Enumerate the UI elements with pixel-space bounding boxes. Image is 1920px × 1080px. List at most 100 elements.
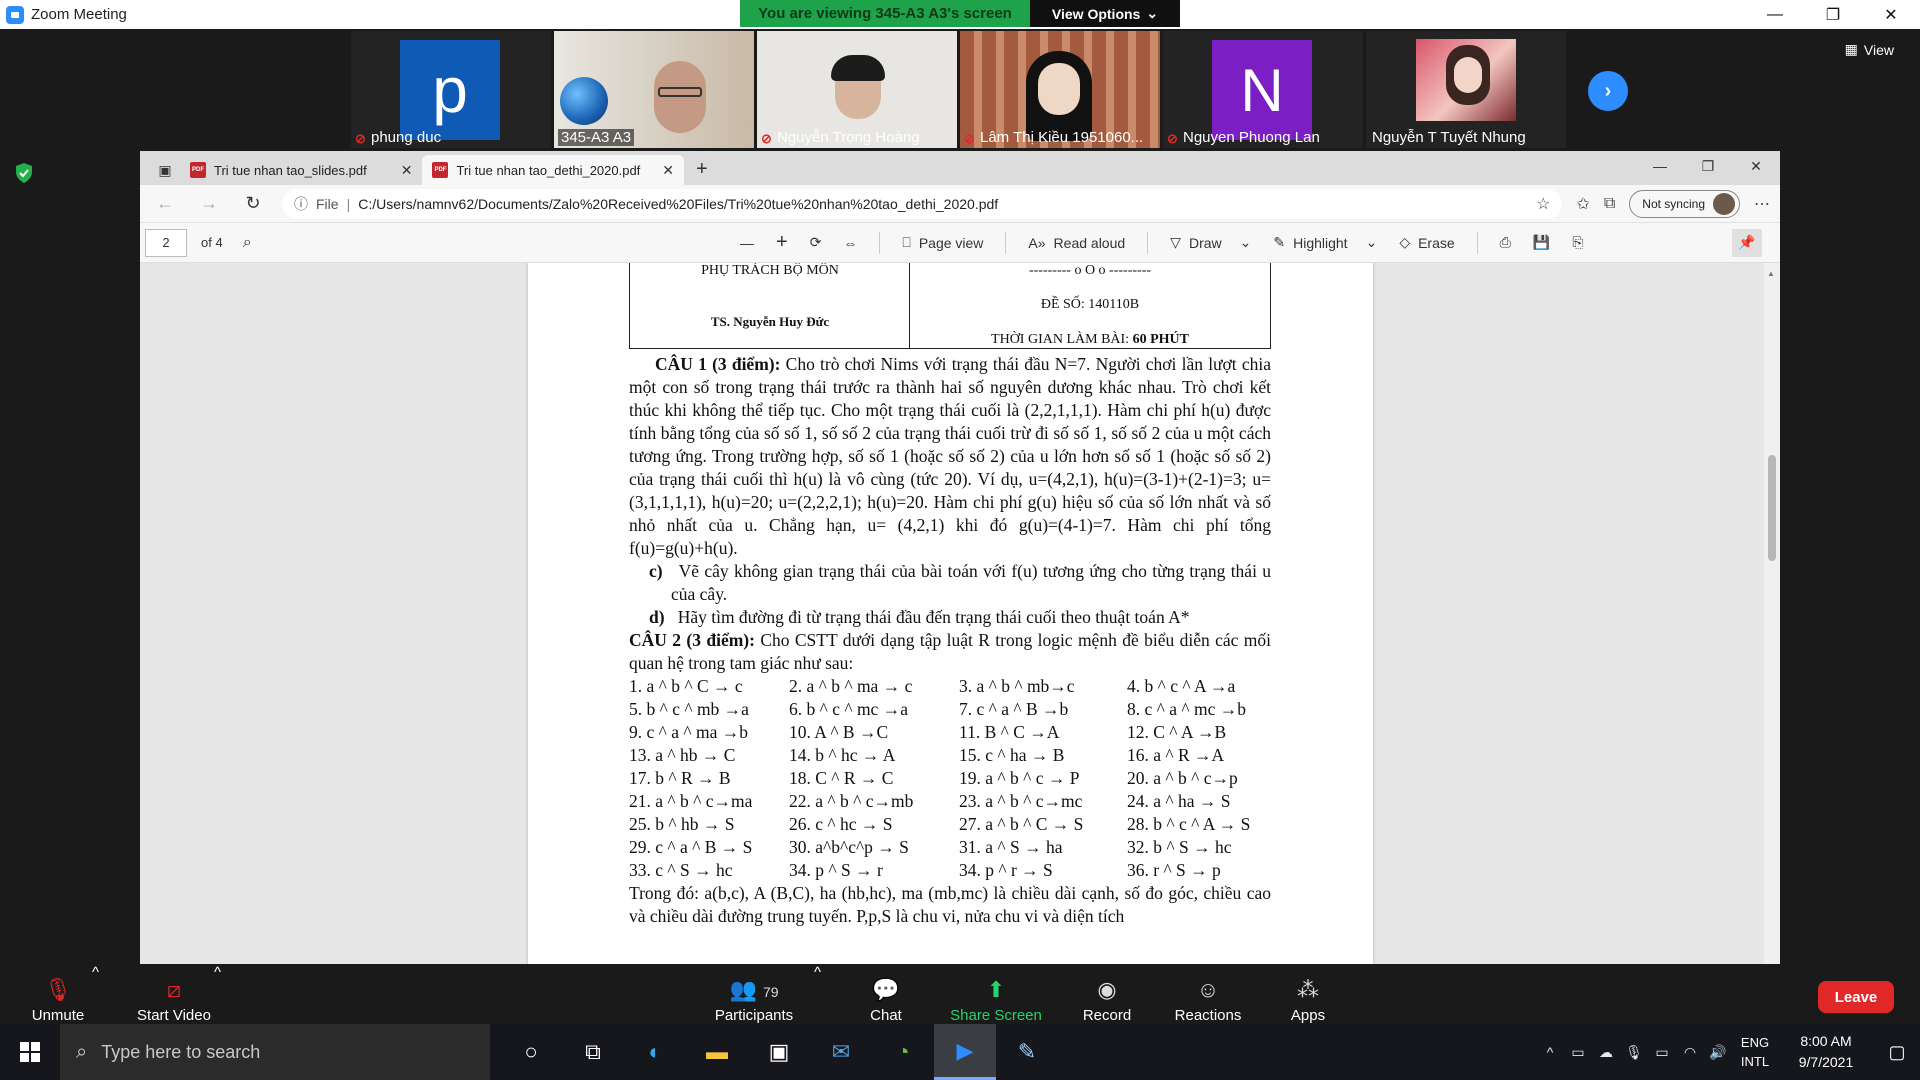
participant-tile[interactable]: p ⊘ phung duc — [351, 31, 551, 148]
profile-sync-button[interactable]: Not syncing — [1629, 189, 1740, 218]
chat-button[interactable]: 💬 Chat — [866, 964, 906, 1024]
app-green-icon[interactable]: ◔ — [872, 1024, 934, 1080]
store-icon[interactable]: ▣ — [748, 1024, 810, 1080]
favorites-icon[interactable]: ✩ — [1576, 194, 1589, 214]
zoom-in-button[interactable]: + — [776, 231, 788, 254]
read-aloud-button[interactable]: A» Read aloud — [1028, 235, 1125, 251]
microphone-icon[interactable]: 🎙 — [1620, 1044, 1648, 1061]
task-view-icon[interactable]: ⧉ — [562, 1024, 624, 1080]
page-number-input[interactable]: 2 — [145, 228, 187, 257]
meet-now-icon[interactable]: ▭ — [1564, 1044, 1592, 1061]
battery-icon[interactable]: ▭ — [1648, 1044, 1676, 1061]
volume-icon[interactable]: 🔊 — [1704, 1044, 1732, 1061]
search-icon[interactable]: ⌕ — [243, 234, 252, 252]
pdf-scrollbar[interactable]: ▲ — [1764, 263, 1780, 964]
forward-arrow-icon[interactable]: → — [194, 193, 224, 214]
zoom-app-icon[interactable]: ▶ — [934, 1024, 996, 1080]
save-icon[interactable]: 💾 — [1533, 234, 1550, 251]
erase-button[interactable]: ◇ Erase — [1399, 234, 1454, 251]
new-tab-button[interactable]: + — [684, 158, 720, 185]
browser-restore-button[interactable]: ❐ — [1684, 151, 1732, 181]
chevron-down-icon[interactable]: ⌄ — [1240, 234, 1252, 251]
rule-item: 13. a ^ hb → C — [629, 745, 736, 765]
encryption-shield-icon[interactable] — [14, 162, 34, 184]
taskbar-search[interactable]: ⌕ Type here to search — [60, 1024, 490, 1080]
browser-minimize-button[interactable]: — — [1636, 151, 1684, 181]
record-button[interactable]: ◉ Record — [1080, 964, 1134, 1024]
paint-app-icon[interactable]: ✎ — [996, 1024, 1058, 1080]
chevron-down-icon[interactable]: ⌄ — [1366, 234, 1378, 251]
video-options-caret[interactable]: ^ — [214, 964, 221, 981]
page-view-button[interactable]: ⎕ Page view — [902, 234, 983, 251]
more-menu-icon[interactable]: ⋯ — [1754, 194, 1770, 214]
rule-item: 9. c ^ a ^ ma →b — [629, 722, 748, 742]
rule-item: 32. b ^ S → hc — [1127, 837, 1232, 857]
restore-button[interactable]: ❐ — [1804, 0, 1862, 29]
tab-actions-icon[interactable]: ▣ — [150, 155, 180, 185]
scrollbar-thumb[interactable] — [1768, 455, 1776, 561]
start-button[interactable] — [0, 1024, 60, 1080]
close-button[interactable]: ✕ — [1862, 0, 1920, 29]
close-tab-icon[interactable]: ✕ — [401, 162, 413, 179]
header-ornament: --------- o O o --------- — [1028, 263, 1152, 278]
refresh-icon[interactable]: ↻ — [238, 193, 268, 214]
back-arrow-icon[interactable]: ← — [150, 193, 180, 214]
collections-icon[interactable]: ⧉ — [1604, 195, 1615, 213]
participants-options-caret[interactable]: ^ — [814, 964, 821, 981]
browser-close-button[interactable]: ✕ — [1732, 151, 1780, 181]
leave-button[interactable]: Leave — [1818, 981, 1894, 1013]
fit-page-icon[interactable]: ⇔ — [843, 235, 857, 251]
minimize-button[interactable]: — — [1746, 0, 1804, 29]
wifi-icon[interactable]: ◠ — [1676, 1044, 1704, 1061]
start-video-button[interactable]: ⧄ Start Video — [130, 964, 218, 1024]
share-screen-button[interactable]: ⬆ Share Screen — [950, 964, 1042, 1024]
tab-dethi[interactable]: PDF Tri tue nhan tao_dethi_2020.pdf ✕ — [422, 155, 685, 185]
address-bar[interactable]: ⓘ File | C:/Users/namnv62/Documents/Zalo… — [282, 188, 1563, 219]
print-icon[interactable]: ⎙ — [1500, 234, 1511, 251]
input-language[interactable]: ENG INTL — [1732, 1033, 1778, 1071]
tab-slides[interactable]: PDF Tri tue nhan tao_slides.pdf ✕ — [180, 155, 422, 185]
mail-icon[interactable]: ✉ — [810, 1024, 872, 1080]
zoom-out-button[interactable]: — — [740, 235, 754, 251]
clock[interactable]: 8:00 AM 9/7/2021 — [1778, 1031, 1874, 1073]
edge-app-icon[interactable]: ◐ — [624, 1024, 686, 1080]
participant-tile[interactable]: N ⊘ Nguyen Phuong Lan — [1163, 31, 1363, 148]
highlight-button[interactable]: ✎ Highlight ⌄ — [1273, 234, 1377, 251]
participant-hair — [831, 55, 885, 81]
participants-button[interactable]: 👥 79 Participants — [710, 964, 798, 1024]
file-explorer-icon[interactable]: ▬ — [686, 1024, 748, 1080]
rotate-icon[interactable]: ⟳ — [810, 234, 822, 251]
zoom-titlebar: Zoom Meeting You are viewing 345-A3 A3's… — [0, 0, 1920, 29]
rule-item: 33. c ^ S → hc — [629, 860, 733, 880]
save-as-icon[interactable]: ⎘ — [1572, 234, 1583, 251]
unmute-button[interactable]: 🎙 Unmute — [28, 964, 88, 1024]
apps-button[interactable]: ⁂ Apps — [1288, 964, 1328, 1024]
cortana-icon[interactable]: ○ — [500, 1024, 562, 1080]
onedrive-cloud-icon[interactable]: ☁ — [1592, 1044, 1620, 1061]
close-tab-icon[interactable]: ✕ — [662, 162, 674, 179]
muted-mic-icon: ⊘ — [1167, 130, 1178, 146]
rule-item: 1. a ^ b ^ C → c — [629, 676, 743, 696]
view-button[interactable]: ▦ View — [1845, 41, 1894, 58]
participant-tile[interactable]: 345-A3 A3 — [554, 31, 754, 148]
show-hidden-icons-chevron[interactable]: ^ — [1536, 1044, 1564, 1060]
address-url[interactable]: C:/Users/namnv62/Documents/Zalo%20Receiv… — [358, 196, 998, 212]
rule-item: 23. a ^ b ^ c→mc — [959, 791, 1083, 811]
next-page-arrow-icon[interactable]: › — [1588, 71, 1628, 111]
participant-tile[interactable]: ⊘ Nguyễn Trọng Hoàng — [757, 31, 957, 148]
reactions-button[interactable]: ☺ Reactions — [1172, 964, 1244, 1024]
draw-button[interactable]: ▽ Draw ⌄ — [1170, 234, 1251, 251]
participant-name: ⊘ Nguyen Phuong Lan — [1167, 129, 1320, 146]
view-options-button[interactable]: View Options ⌄ — [1030, 0, 1180, 27]
participant-tile[interactable]: ⊘ Lâm Thị Kiều 1951060... — [960, 31, 1160, 148]
pin-toolbar-icon[interactable]: 📌 — [1732, 228, 1762, 257]
signer-name: TS. Nguyễn Huy Đức — [710, 314, 830, 329]
notification-icon[interactable]: ▢ — [1874, 1042, 1920, 1063]
meeting-controls: 🎙 Unmute ^ ⧄ Start Video ^ 👥 79 Particip… — [0, 964, 1920, 1024]
scroll-up-arrow-icon[interactable]: ▲ — [1767, 269, 1775, 278]
participant-tile[interactable]: Nguyễn T Tuyết Nhung — [1366, 31, 1566, 148]
muted-mic-icon: ⊘ — [355, 130, 366, 146]
audio-options-caret[interactable]: ^ — [92, 964, 99, 981]
info-icon[interactable]: ⓘ — [294, 194, 308, 214]
add-favorite-icon[interactable]: ☆ — [1536, 194, 1550, 214]
